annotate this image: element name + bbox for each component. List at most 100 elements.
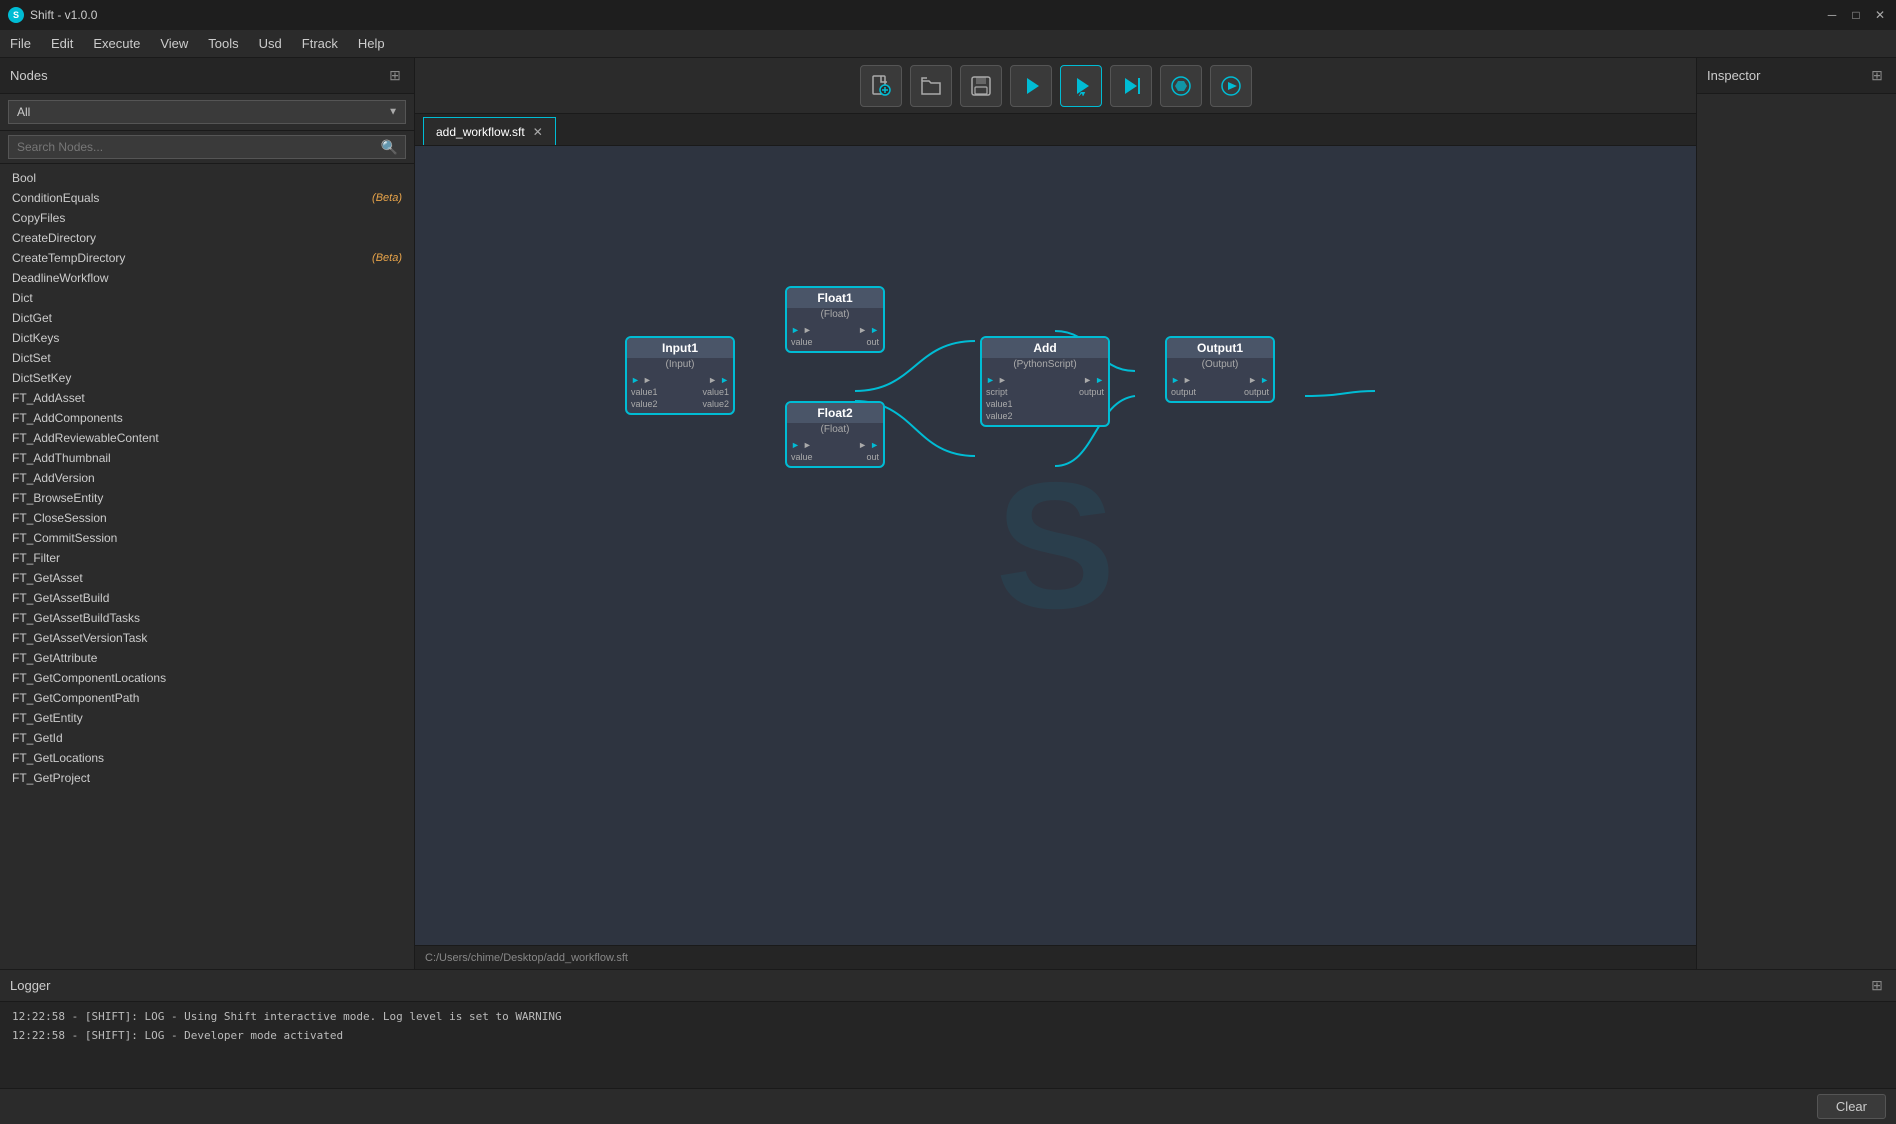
maximize-button[interactable]: □ xyxy=(1848,7,1864,23)
stop-button[interactable] xyxy=(1160,65,1202,107)
titlebar: S Shift - v1.0.0 ─ □ ✕ xyxy=(0,0,1896,30)
menu-edit[interactable]: Edit xyxy=(41,32,83,55)
node-list-item-label: DictGet xyxy=(12,311,52,325)
node-list-item[interactable]: FT_GetAssetVersionTask xyxy=(0,628,414,648)
close-button[interactable]: ✕ xyxy=(1872,7,1888,23)
menu-help[interactable]: Help xyxy=(348,32,395,55)
port-add-in-value1: value1 xyxy=(986,399,1013,409)
node-list-item[interactable]: FT_AddComponents xyxy=(0,408,414,428)
node-list-item[interactable]: FT_GetComponentPath xyxy=(0,688,414,708)
menu-file[interactable]: File xyxy=(0,32,41,55)
node-list-item[interactable]: ConditionEquals(Beta) xyxy=(0,188,414,208)
node-list-item[interactable]: CreateTempDirectory(Beta) xyxy=(0,248,414,268)
node-list-item[interactable]: CopyFiles xyxy=(0,208,414,228)
titlebar-controls[interactable]: ─ □ ✕ xyxy=(1824,7,1888,23)
node-list-item-label: FT_GetLocations xyxy=(12,751,104,765)
node-add-right-ports: ►► output xyxy=(1075,373,1108,423)
node-float1-left-ports: ►► value xyxy=(787,323,817,349)
node-float1-header: Float1 xyxy=(787,288,883,308)
node-list-item[interactable]: Bool xyxy=(0,168,414,188)
node-list-item[interactable]: FT_GetAttribute xyxy=(0,648,414,668)
node-list-item[interactable]: FT_GetAssetBuild xyxy=(0,588,414,608)
workflow-tab[interactable]: add_workflow.sft ✕ xyxy=(423,117,556,145)
logger-expand[interactable]: ⊞ xyxy=(1868,977,1886,995)
menubar: File Edit Execute View Tools Usd Ftrack … xyxy=(0,30,1896,58)
nodes-filter-container: All FT IO Logic Math ▼ xyxy=(0,94,414,131)
node-list-item-label: FT_GetEntity xyxy=(12,711,83,725)
node-list-item-label: FT_AddReviewableContent xyxy=(12,431,159,445)
node-add-ports: ►► script value1 value2 ►► output xyxy=(982,371,1108,425)
connections-svg xyxy=(415,146,1696,945)
node-input1[interactable]: Input1 (Input) ►► value1 value2 ►► value… xyxy=(625,336,735,415)
port-add-in-exec: ►► xyxy=(986,375,1013,385)
node-list-item-label: FT_CloseSession xyxy=(12,511,107,525)
node-list-item[interactable]: FT_GetAssetBuildTasks xyxy=(0,608,414,628)
node-list-item[interactable]: FT_CommitSession xyxy=(0,528,414,548)
node-list-item-label: FT_CommitSession xyxy=(12,531,117,545)
execute-continue-button[interactable] xyxy=(1110,65,1152,107)
menu-execute[interactable]: Execute xyxy=(83,32,150,55)
node-list-item-label: FT_GetAssetVersionTask xyxy=(12,631,147,645)
logger-panel: Logger ⊞ 12:22:58 - [SHIFT]: LOG - Using… xyxy=(0,969,1896,1124)
inspector-title: Inspector xyxy=(1707,68,1760,83)
node-list-item[interactable]: DictSet xyxy=(0,348,414,368)
node-list-item[interactable]: FT_GetLocations xyxy=(0,748,414,768)
open-file-button[interactable] xyxy=(910,65,952,107)
titlebar-left: S Shift - v1.0.0 xyxy=(8,7,97,23)
node-add-left-ports: ►► script value1 value2 xyxy=(982,373,1017,423)
node-output1[interactable]: Output1 (Output) ►► output ►► output xyxy=(1165,336,1275,403)
clear-button[interactable]: Clear xyxy=(1817,1094,1886,1119)
node-list-item[interactable]: FT_GetEntity xyxy=(0,708,414,728)
node-output1-type: (Output) xyxy=(1167,358,1273,371)
node-list-item[interactable]: DictKeys xyxy=(0,328,414,348)
execute-selected-button[interactable] xyxy=(1060,65,1102,107)
node-list-item-label: CopyFiles xyxy=(12,211,65,225)
menu-view[interactable]: View xyxy=(150,32,198,55)
nodes-filter-select[interactable]: All FT IO Logic Math xyxy=(8,100,406,124)
node-float2[interactable]: Float2 (Float) ►► value ►► out xyxy=(785,401,885,468)
node-list-item[interactable]: FT_Filter xyxy=(0,548,414,568)
port-o1-in-exec: ►► xyxy=(1171,375,1196,385)
menu-usd[interactable]: Usd xyxy=(249,32,292,55)
save-file-button[interactable] xyxy=(960,65,1002,107)
canvas-area: add_workflow.sft ✕ S xyxy=(415,58,1696,969)
file-path-text: C:/Users/chime/Desktop/add_workflow.sft xyxy=(425,952,628,964)
menu-tools[interactable]: Tools xyxy=(198,32,248,55)
inspector-expand[interactable]: ⊞ xyxy=(1868,67,1886,85)
new-file-button[interactable] xyxy=(860,65,902,107)
node-list-item[interactable]: FT_GetAsset xyxy=(0,568,414,588)
node-list-item[interactable]: FT_GetId xyxy=(0,728,414,748)
port-o1-out-output: output xyxy=(1244,387,1269,397)
node-list-item[interactable]: Dict xyxy=(0,288,414,308)
node-list-item[interactable]: FT_GetComponentLocations xyxy=(0,668,414,688)
menu-ftrack[interactable]: Ftrack xyxy=(292,32,348,55)
node-list-item[interactable]: FT_GetProject xyxy=(0,768,414,788)
execute-button[interactable] xyxy=(1010,65,1052,107)
node-list-item[interactable]: FT_BrowseEntity xyxy=(0,488,414,508)
nodes-panel-expand[interactable]: ⊞ xyxy=(386,67,404,85)
minimize-button[interactable]: ─ xyxy=(1824,7,1840,23)
nodes-search-input[interactable] xyxy=(8,135,406,159)
node-float2-header: Float2 xyxy=(787,403,883,423)
node-float1-ports: ►► value ►► out xyxy=(787,321,883,351)
node-list-item[interactable]: CreateDirectory xyxy=(0,228,414,248)
node-list-item[interactable]: FT_CloseSession xyxy=(0,508,414,528)
node-list-item-label: FT_GetAssetBuildTasks xyxy=(12,611,140,625)
tab-close-button[interactable]: ✕ xyxy=(533,125,543,139)
node-list-item-beta: (Beta) xyxy=(372,192,402,204)
node-list-item[interactable]: DictGet xyxy=(0,308,414,328)
node-list-item[interactable]: DictSetKey xyxy=(0,368,414,388)
node-list-item-label: DictKeys xyxy=(12,331,59,345)
workflow-canvas[interactable]: S Input1 (Input) xyxy=(415,146,1696,945)
nodes-search-container: 🔍 xyxy=(0,131,414,164)
node-float1[interactable]: Float1 (Float) ►► value ►► out xyxy=(785,286,885,353)
filter-wrapper: All FT IO Logic Math ▼ xyxy=(8,100,406,124)
node-list-item[interactable]: FT_AddVersion xyxy=(0,468,414,488)
node-add[interactable]: Add (PythonScript) ►► script value1 valu… xyxy=(980,336,1110,427)
execute-loop-button[interactable] xyxy=(1210,65,1252,107)
node-list-item[interactable]: FT_AddReviewableContent xyxy=(0,428,414,448)
node-list-item[interactable]: FT_AddThumbnail xyxy=(0,448,414,468)
node-list-item[interactable]: DeadlineWorkflow xyxy=(0,268,414,288)
node-list-item-label: FT_GetAttribute xyxy=(12,651,97,665)
node-list-item[interactable]: FT_AddAsset xyxy=(0,388,414,408)
